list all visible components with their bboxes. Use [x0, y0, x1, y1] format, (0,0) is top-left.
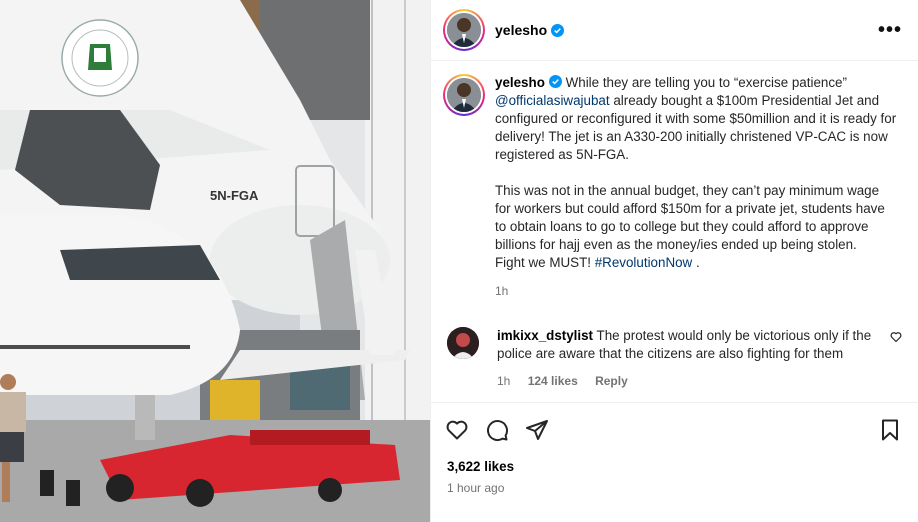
author-avatar[interactable]: [443, 9, 485, 51]
comment-timestamp: 1h: [497, 374, 511, 388]
post-timestamp: 1 hour ago: [447, 481, 505, 495]
caption-avatar[interactable]: [443, 74, 485, 116]
avatar-photo: [447, 13, 481, 47]
jet-photo: 5N-FGA: [0, 0, 430, 522]
comment-meta: 1h 124 likes Reply: [497, 372, 897, 390]
hashtag-link[interactable]: #RevolutionNow: [595, 255, 693, 270]
caption-paragraph-2: This was not in the annual budget, they …: [495, 183, 885, 252]
bookmark-icon[interactable]: [878, 418, 902, 442]
comments-section: yelesho While they are telling you to “e…: [431, 62, 918, 402]
commenter-username[interactable]: imkixx_dstylist: [497, 328, 593, 343]
reply-button[interactable]: Reply: [595, 374, 628, 388]
heart-icon[interactable]: [445, 418, 469, 442]
commenter-avatar[interactable]: [447, 327, 479, 359]
author-username[interactable]: yelesho: [495, 22, 547, 38]
caption-paragraph-3: Fight we MUST!: [495, 255, 595, 270]
caption-timestamp: 1h: [495, 284, 509, 298]
comment-icon[interactable]: [485, 418, 509, 442]
more-options-icon[interactable]: •••: [878, 19, 902, 42]
tail-registration-text: 5N-FGA: [210, 188, 259, 203]
post-likes-count[interactable]: 3,622 likes: [447, 459, 902, 474]
caption-intro: While they are telling you to “exercise …: [565, 75, 847, 90]
share-icon[interactable]: [525, 418, 549, 442]
mention-link[interactable]: @officialasiwajubat: [495, 93, 610, 108]
comment-likes[interactable]: 124 likes: [528, 374, 578, 388]
caption-username[interactable]: yelesho: [495, 75, 545, 90]
verified-badge-icon: [548, 75, 562, 88]
comment-item: imkixx_dstylist The protest would only b…: [443, 327, 902, 390]
post-panel: yelesho ••• yelesho While they are telli…: [430, 0, 918, 522]
caption-text: yelesho While they are telling you to “e…: [495, 75, 897, 298]
post-actions: 3,622 likes 1 hour ago: [431, 402, 918, 495]
avatar-photo: [447, 78, 481, 112]
comment-like-heart-icon[interactable]: [890, 331, 902, 343]
caption: yelesho While they are telling you to “e…: [443, 74, 902, 300]
post-image[interactable]: 5N-FGA: [0, 0, 430, 522]
verified-badge-icon: [551, 23, 565, 37]
post-header: yelesho •••: [431, 0, 918, 61]
